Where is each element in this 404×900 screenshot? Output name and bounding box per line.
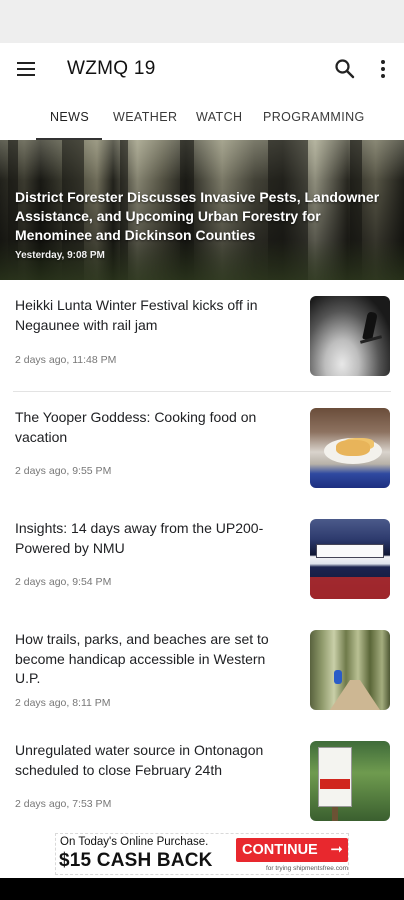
story-item[interactable]: The Yooper Goddess: Cooking food on vaca… xyxy=(0,392,404,503)
tab-bar: NEWS WEATHER WATCH PROGRAMMING xyxy=(0,95,404,140)
app-title: WZMQ 19 xyxy=(67,58,156,79)
story-timestamp: 2 days ago, 7:53 PM xyxy=(15,798,112,810)
tab-programming[interactable]: PROGRAMMING xyxy=(263,110,365,124)
story-headline: Insights: 14 days away from the UP200-Po… xyxy=(15,520,264,556)
story-item[interactable]: Unregulated water source in Ontonagon sc… xyxy=(0,725,404,836)
story-timestamp: 2 days ago, 11:48 PM xyxy=(15,354,117,366)
hero-image-canopy xyxy=(0,140,404,180)
tab-watch[interactable]: WATCH xyxy=(196,110,242,124)
story-headline: Unregulated water source in Ontonagon sc… xyxy=(15,742,264,778)
story-item[interactable]: Heikki Lunta Winter Festival kicks off i… xyxy=(0,280,404,391)
status-bar xyxy=(0,0,404,43)
system-nav-bar xyxy=(0,878,404,900)
featured-story-timestamp: Yesterday, 9:08 PM xyxy=(15,250,105,261)
story-item[interactable]: Insights: 14 days away from the UP200-Po… xyxy=(0,503,404,614)
hamburger-menu-icon[interactable] xyxy=(14,57,40,81)
story-timestamp: 2 days ago, 9:54 PM xyxy=(15,576,112,588)
story-thumbnail xyxy=(310,408,390,488)
featured-story[interactable]: District Forester Discusses Invasive Pes… xyxy=(0,140,404,280)
story-item[interactable]: How trails, parks, and beaches are set t… xyxy=(0,614,404,725)
arrow-right-icon: ➞ xyxy=(330,841,343,858)
ad-tagline: On Today's Online Purchase. xyxy=(60,836,209,848)
ad-continue-button[interactable]: CONTINUE ➞ xyxy=(236,838,348,862)
featured-story-headline: District Forester Discusses Invasive Pes… xyxy=(15,189,380,243)
app-bar: WZMQ 19 xyxy=(0,43,404,95)
story-headline: Heikki Lunta Winter Festival kicks off i… xyxy=(15,297,258,333)
story-headline: The Yooper Goddess: Cooking food on vaca… xyxy=(15,409,257,445)
story-thumbnail xyxy=(310,630,390,710)
ad-disclaimer: for trying shipmentsfree.com xyxy=(266,865,349,872)
more-vert-icon[interactable] xyxy=(372,56,394,82)
ad-banner[interactable]: On Today's Online Purchase. $15 CASH BAC… xyxy=(55,833,349,875)
story-timestamp: 2 days ago, 8:11 PM xyxy=(15,697,111,709)
story-thumbnail xyxy=(310,519,390,599)
story-thumbnail xyxy=(310,741,390,821)
ad-offer: $15 CASH BACK xyxy=(59,850,213,871)
search-icon[interactable] xyxy=(332,56,358,82)
tab-news[interactable]: NEWS xyxy=(50,110,89,124)
story-headline: How trails, parks, and beaches are set t… xyxy=(15,631,269,686)
story-thumbnail xyxy=(310,296,390,376)
ad-button-label: CONTINUE xyxy=(242,842,318,858)
story-timestamp: 2 days ago, 9:55 PM xyxy=(15,465,112,477)
tab-weather[interactable]: WEATHER xyxy=(113,110,177,124)
